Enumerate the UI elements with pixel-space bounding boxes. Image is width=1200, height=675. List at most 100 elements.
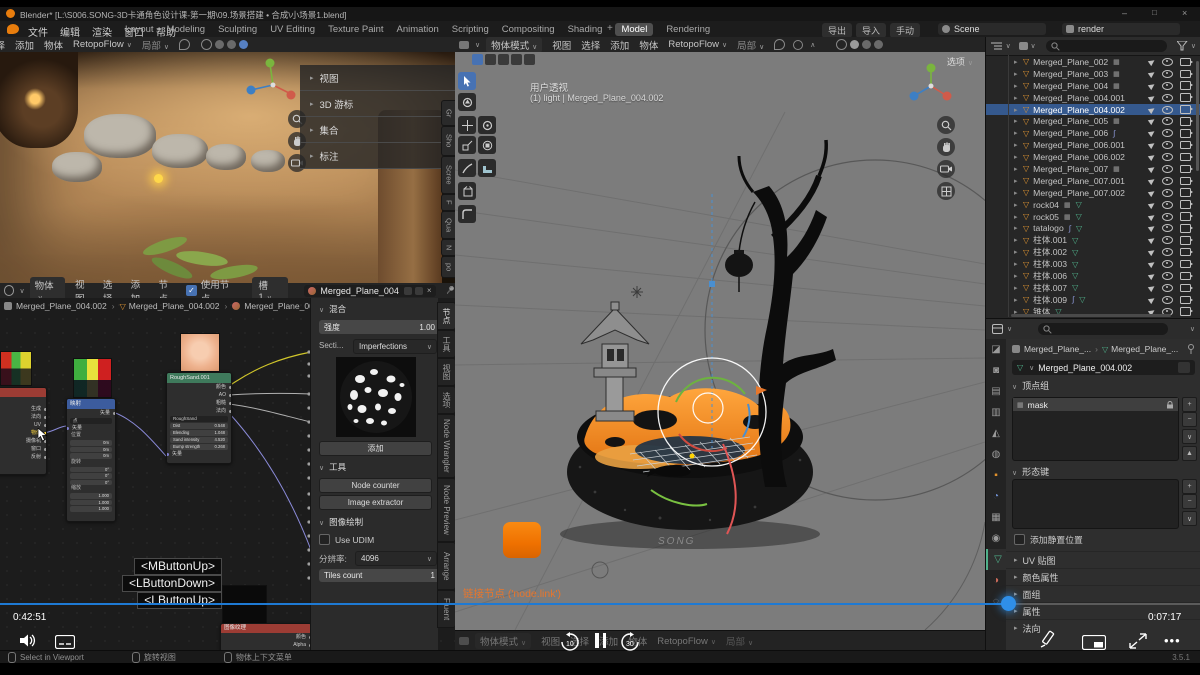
vg-remove-button[interactable]: − xyxy=(1182,412,1197,427)
cvp-snap-magnet-icon[interactable] xyxy=(774,39,785,50)
editor-type-icon[interactable] xyxy=(459,41,469,49)
value-field[interactable]: 0° xyxy=(70,467,112,473)
node-output-socket[interactable]: 颜色 xyxy=(221,633,311,641)
node-param-slider[interactable]: Blending1.048 xyxy=(170,430,228,436)
mapping-in-vector[interactable]: 矢量 xyxy=(67,424,115,432)
hide-viewport-toggle-icon[interactable] xyxy=(1162,141,1173,149)
hide-render-toggle-icon[interactable] xyxy=(1180,117,1191,126)
outliner-row[interactable]: ▸ ▽ rock04 ▦ ∫ ▽ xyxy=(986,199,1200,211)
mapping-out-vector[interactable]: 矢量 xyxy=(67,409,115,417)
expand-arrow-icon[interactable]: ▸ xyxy=(1014,94,1023,102)
hide-viewport-toggle-icon[interactable] xyxy=(1162,189,1173,197)
vertex-group-item[interactable]: ▦ mask xyxy=(1013,398,1178,411)
workspace-tab[interactable]: Compositing xyxy=(502,24,555,35)
resolution-dropdown[interactable]: 4096∨ xyxy=(355,551,437,566)
selectable-toggle-icon[interactable] xyxy=(1148,272,1156,280)
hide-viewport-toggle-icon[interactable] xyxy=(1162,236,1173,244)
hide-viewport-toggle-icon[interactable] xyxy=(1162,224,1173,232)
pause-button[interactable] xyxy=(595,633,606,648)
hide-render-toggle-icon[interactable] xyxy=(1180,224,1191,233)
subtitle-icon[interactable] xyxy=(55,635,75,649)
lvp-menu-object[interactable]: 物体 xyxy=(44,38,63,52)
hide-viewport-toggle-icon[interactable] xyxy=(1162,177,1173,185)
forward-30-icon[interactable]: 30 xyxy=(620,632,640,652)
hide-render-toggle-icon[interactable] xyxy=(1180,307,1191,316)
node-output-socket[interactable]: Alpha xyxy=(221,641,311,649)
tiles-count-field[interactable]: Tiles count1 xyxy=(319,569,440,582)
cvp-camera-icon[interactable] xyxy=(937,160,955,178)
ne-tab[interactable]: Arrange xyxy=(437,542,456,590)
expand-arrow-icon[interactable]: ▸ xyxy=(1014,153,1023,161)
hide-render-toggle-icon[interactable] xyxy=(1180,58,1191,67)
orange-cube-object[interactable] xyxy=(503,522,541,558)
hide-viewport-toggle-icon[interactable] xyxy=(1162,165,1173,173)
expand-arrow-icon[interactable]: ▸ xyxy=(1014,224,1023,232)
shading-wireframe-icon[interactable] xyxy=(201,39,212,50)
ne-tab[interactable]: 节点 xyxy=(437,302,456,330)
hide-render-toggle-icon[interactable] xyxy=(1180,200,1191,209)
node-output-socket[interactable]: 窗口 xyxy=(0,445,46,453)
lock-icon[interactable] xyxy=(1166,401,1174,409)
outliner-hscrollbar[interactable] xyxy=(1011,314,1171,317)
outliner-row[interactable]: ▸ ▽ 柱体.002 ▦ ∫ ▽ xyxy=(986,246,1200,258)
hide-render-toggle-icon[interactable] xyxy=(1180,212,1191,221)
selectable-toggle-icon[interactable] xyxy=(1148,284,1156,292)
menu-item[interactable]: 视图 xyxy=(541,634,560,648)
outliner-type-icon[interactable] xyxy=(991,41,1003,51)
value-field[interactable]: 0m xyxy=(70,447,112,453)
selectable-toggle-icon[interactable] xyxy=(1148,296,1156,304)
workspace-tab[interactable]: Model xyxy=(615,23,653,36)
volume-icon[interactable] xyxy=(20,633,38,648)
workspace-tab[interactable]: Layout xyxy=(125,24,154,35)
node-param-slider[interactable]: Dist0.548 xyxy=(170,423,228,429)
selectable-toggle-icon[interactable] xyxy=(1148,129,1156,137)
imperfections-dropdown[interactable]: Imperfections∨ xyxy=(353,339,437,354)
shield-button[interactable] xyxy=(1178,362,1190,373)
selectable-toggle-icon[interactable] xyxy=(1148,105,1156,113)
select-mode-box-icon[interactable] xyxy=(485,54,496,65)
vg-add-button[interactable]: + xyxy=(1182,397,1197,412)
hide-viewport-toggle-icon[interactable] xyxy=(1162,201,1173,209)
cvp-shading-rendered-icon[interactable] xyxy=(874,40,883,49)
panel-section-row[interactable]: ▸ 视图 xyxy=(300,65,455,91)
cvp-menu-select[interactable]: 选择 xyxy=(581,38,600,52)
hide-viewport-toggle-icon[interactable] xyxy=(1162,284,1173,292)
view-layer-selector[interactable]: render xyxy=(1062,23,1180,35)
hide-viewport-toggle-icon[interactable] xyxy=(1162,248,1173,256)
properties-tab[interactable]: ▪ xyxy=(986,465,1006,486)
display-mode-icon[interactable] xyxy=(1019,42,1028,50)
value-field[interactable]: 1.000 xyxy=(70,500,112,506)
workspace-tab[interactable]: Modeling xyxy=(167,24,206,35)
retopoflow-menu[interactable]: RetopoFlow∨ xyxy=(657,636,716,647)
selectable-toggle-icon[interactable] xyxy=(1148,248,1156,256)
hide-render-toggle-icon[interactable] xyxy=(1180,81,1191,90)
hide-viewport-toggle-icon[interactable] xyxy=(1162,58,1173,66)
lvp-axis-gizmo[interactable] xyxy=(246,54,298,112)
shape-keys-section[interactable]: ∨形态键 xyxy=(1012,465,1049,478)
node-output-socket[interactable]: 法向 xyxy=(167,407,231,415)
pin-icon[interactable] xyxy=(1187,344,1195,354)
transform-tool-icon[interactable] xyxy=(478,136,496,154)
hide-viewport-toggle-icon[interactable] xyxy=(1162,82,1173,90)
image-texture-node[interactable]: 图像纹理 颜色Alpha xyxy=(220,623,312,652)
video-scrubber-handle[interactable] xyxy=(1001,596,1016,611)
outliner-row[interactable]: ▸ ▽ Merged_Plane_005 ▦ ∫ ▽ xyxy=(986,115,1200,127)
udim-checkbox[interactable] xyxy=(319,534,330,545)
node-output-socket[interactable]: 粗糙 xyxy=(167,399,231,407)
panel-section-row[interactable]: ▸ 标注 xyxy=(300,143,455,169)
outliner-row[interactable]: ▸ ▽ Merged_Plane_006.001 ▦ ∫ ▽ xyxy=(986,139,1200,151)
hide-viewport-toggle-icon[interactable] xyxy=(1162,117,1173,125)
properties-tab[interactable]: ◙ xyxy=(986,360,1006,381)
panel-title[interactable]: ∨混合 xyxy=(319,303,346,315)
workspace-tab[interactable]: Rendering xyxy=(666,24,710,35)
filter-funnel-icon[interactable] xyxy=(1177,41,1188,51)
cvp-zoom-icon[interactable] xyxy=(937,116,955,134)
import-button[interactable]: 导入 xyxy=(856,23,886,38)
outliner-row[interactable]: ▸ ▽ Merged_Plane_007.001 ▦ ∫ ▽ xyxy=(986,175,1200,187)
cvp-shading-solid-icon[interactable] xyxy=(850,40,859,49)
properties-tab[interactable]: ◭ xyxy=(986,423,1006,444)
light-object-dot[interactable] xyxy=(154,174,163,183)
shape-key-list[interactable] xyxy=(1012,479,1179,529)
outliner-row[interactable]: ▸ ▽ Merged_Plane_004.001 ▦ ∫ ▽ xyxy=(986,92,1200,104)
sk-add-button[interactable]: + xyxy=(1182,479,1197,494)
